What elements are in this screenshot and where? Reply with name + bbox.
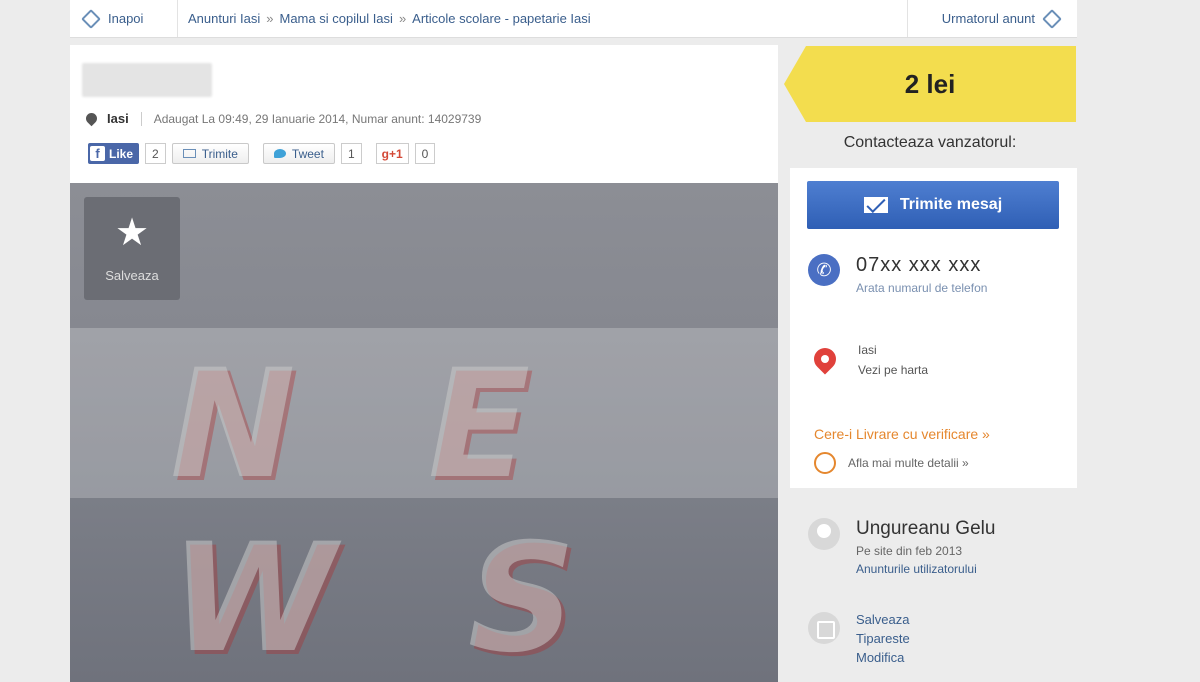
ad-actions: Salveaza Tipareste Modifica [808,612,910,665]
tweet-count: 1 [340,143,362,164]
listing-meta-text: Adaugat La 09:49, 29 Ianuarie 2014, Numa… [153,111,482,126]
breadcrumb-item-articole[interactable]: Articole scolare - papetarie Iasi [412,11,590,26]
price-tag: 2 lei [784,46,1076,122]
social-buttons: f Like 2 Trimite Tweet 1 g+1 0 [88,143,436,164]
listing-city: Iasi [107,111,129,126]
send-message-label: Trimite mesaj [899,196,1003,213]
breadcrumb-separator: » [398,11,407,26]
listing-panel: Iasi Adaugat La 09:49, 29 Ianuarie 2014,… [70,45,778,682]
phone-row: ✆ 07xx xxx xxx Arata numarul de telefon [808,254,987,295]
action-save[interactable]: Salveaza [856,612,910,627]
contact-box: Trimite mesaj ✆ 07xx xxx xxx Arata numar… [790,168,1077,488]
action-edit[interactable]: Modifica [856,650,910,665]
listing-meta: Iasi Adaugat La 09:49, 29 Ianuarie 2014,… [83,110,482,127]
phone-icon: ✆ [808,254,840,286]
breadcrumb-item-mama[interactable]: Mama si copilul Iasi [280,11,393,26]
next-label: Urmatorul anunt [941,11,1035,26]
send-label: Trimite [201,146,238,161]
delivery-details-link[interactable]: Afla mai multe detalii » [848,456,969,470]
twitter-bird-icon [273,149,286,158]
back-label: Inapoi [108,11,144,26]
delivery-car-icon [814,452,836,474]
action-print[interactable]: Tipareste [856,631,910,646]
location-pin-icon [83,110,100,127]
show-phone-link[interactable]: Arata numarul de telefon [856,281,987,295]
location-row: Iasi Vezi pe harta [809,340,928,380]
location-city: Iasi [858,343,877,357]
seller-ads-link[interactable]: Anunturile utilizatorului [856,562,995,576]
listing-photo[interactable]: N E W S ★ Salveaza [70,183,778,682]
like-label: Like [109,146,134,161]
next-ad-button[interactable]: Urmatorul anunt [907,0,1077,37]
save-ad-button[interactable]: ★ Salveaza [84,197,180,300]
watermark-text: N E W S [170,338,616,682]
tweet-button[interactable]: Tweet [262,143,335,164]
like-count: 2 [145,143,166,164]
user-avatar-icon [808,518,840,550]
map-link[interactable]: Vezi pe harta [858,360,928,380]
phone-number: 07xx xxx xxx [856,254,982,276]
seller-name: Ungureanu Gelu [856,518,996,539]
map-pin-icon [809,343,841,375]
top-nav-bar: Inapoi Anunturi Iasi » Mama si copilul I… [70,0,1077,38]
document-icon [808,612,840,644]
google-plus-button[interactable]: g+1 [375,143,409,164]
delivery-link[interactable]: Cere-i Livrare cu verificare » [814,426,990,442]
star-icon: ★ [114,212,150,254]
breadcrumb-separator: » [266,11,274,26]
delivery-details-row: Afla mai multe detalii » [814,452,969,474]
seller-info: Ungureanu Gelu Pe site din feb 2013 Anun… [808,518,995,576]
contact-title: Contacteaza vanzatorul: [843,134,1017,151]
divider [140,111,142,126]
seller-since: Pe site din feb 2013 [856,544,963,558]
breadcrumb-item-anunturi[interactable]: Anunturi Iasi [188,11,260,26]
envelope-icon [863,197,888,213]
listing-title-redacted [82,63,212,97]
breadcrumb: Anunturi Iasi » Mama si copilul Iasi » A… [178,11,907,26]
next-arrow-icon [1042,8,1062,29]
back-button[interactable]: Inapoi [70,0,178,37]
facebook-like-button[interactable]: f Like [88,143,140,164]
send-message-button[interactable]: Trimite mesaj [807,181,1059,229]
back-arrow-icon [81,8,101,29]
save-label: Salveaza [105,268,159,283]
facebook-icon: f [90,146,105,161]
envelope-icon [182,149,196,158]
gplus-count: 0 [414,143,436,164]
send-button[interactable]: Trimite [171,143,249,164]
tweet-label: Tweet [291,146,324,161]
